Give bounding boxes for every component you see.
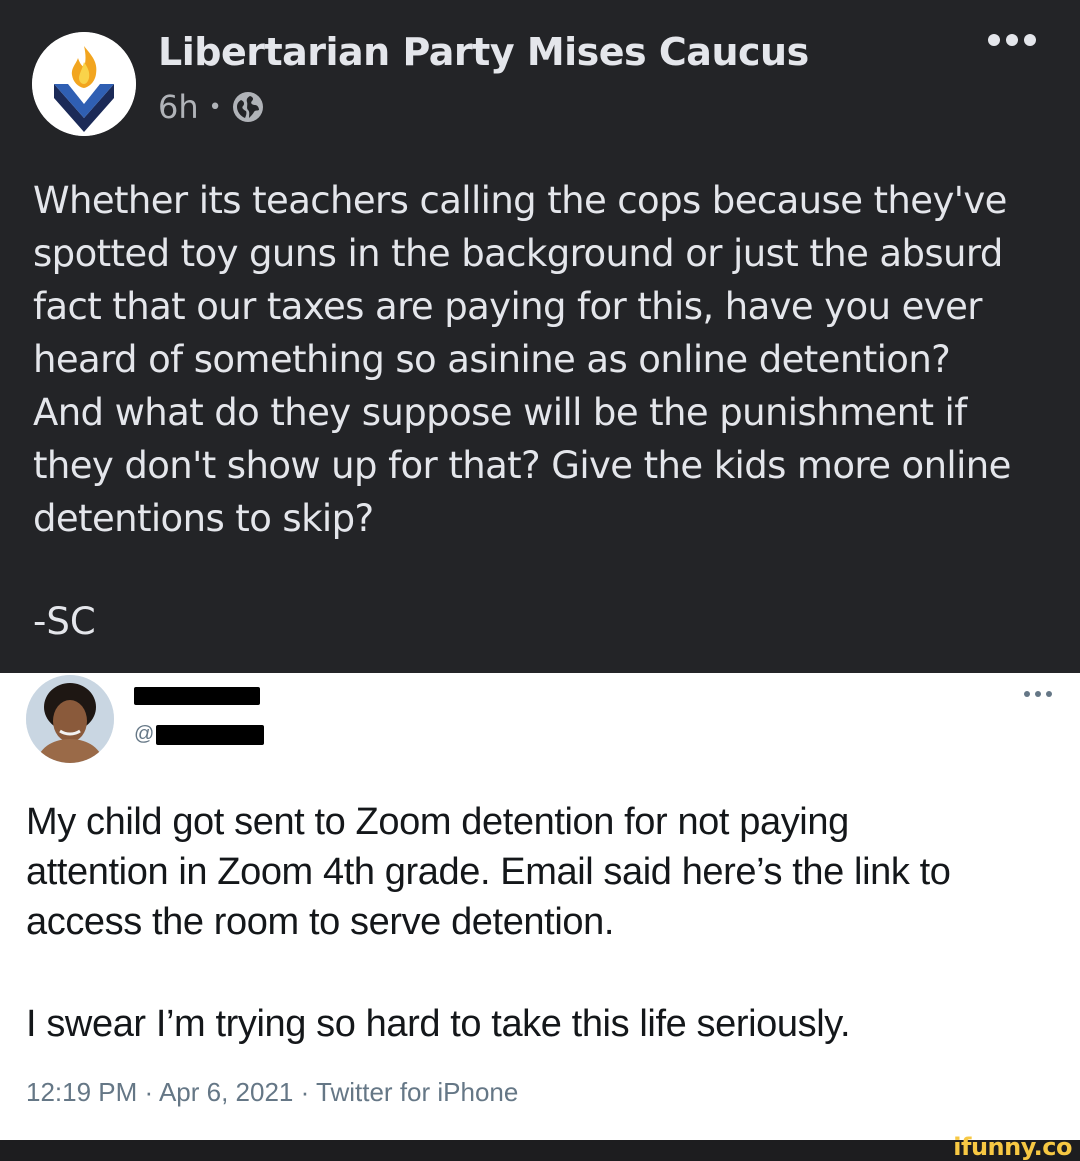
handle-at-sign: @ — [134, 723, 155, 745]
bottom-bar — [0, 1140, 1080, 1161]
post-body-line: fact that our taxes are paying for this,… — [33, 285, 982, 328]
tweet-body-second-paragraph: I swear I’m trying so hard to take this … — [26, 1003, 851, 1045]
redacted-handle — [156, 724, 265, 745]
page-avatar[interactable] — [32, 32, 136, 136]
user-photo-icon — [26, 675, 114, 763]
mises-caucus-logo-icon — [32, 32, 136, 136]
tweet-body-line: My child got sent to Zoom detention for … — [26, 801, 849, 843]
redacted-display-name — [134, 687, 260, 705]
post-body: Whether its teachers calling the cops be… — [33, 174, 1053, 545]
tweet-screenshot: @ My child got sent to Zoom detention fo… — [0, 673, 1080, 1140]
tweet-body: My child got sent to Zoom detention for … — [26, 797, 1056, 947]
post-body-line: Whether its teachers calling the cops be… — [33, 179, 1007, 222]
ifunny-watermark: ifunny.co — [953, 1133, 1072, 1161]
post-body-line: detentions to skip? — [33, 497, 374, 540]
post-time[interactable]: 6h — [158, 88, 199, 126]
tweet-timestamp[interactable]: 12:19 PM · Apr 6, 2021 · Twitter for iPh… — [26, 1077, 518, 1108]
tweet-body-line: attention in Zoom 4th grade. Email said … — [26, 851, 951, 893]
page-name[interactable]: Libertarian Party Mises Caucus — [158, 30, 809, 74]
post-meta: 6h • — [158, 88, 264, 126]
user-handle[interactable]: @ — [134, 723, 265, 746]
post-body-line: And what do they suppose will be the pun… — [33, 391, 967, 434]
more-horizontal-icon[interactable] — [988, 34, 1036, 46]
tweet-body-line: access the room to serve detention. — [26, 901, 614, 943]
post-body-line: heard of something so asinine as online … — [33, 338, 951, 381]
post-body-line: spotted toy guns in the background or ju… — [33, 232, 1003, 275]
post-signature: -SC — [33, 600, 96, 643]
avatar[interactable] — [26, 675, 114, 763]
post-body-line: they don't show up for that? Give the ki… — [33, 444, 1011, 487]
meta-separator: • — [208, 94, 222, 120]
facebook-post: Libertarian Party Mises Caucus 6h • Whet… — [0, 0, 1080, 673]
globe-icon — [232, 91, 264, 123]
more-horizontal-icon[interactable] — [1024, 691, 1052, 697]
